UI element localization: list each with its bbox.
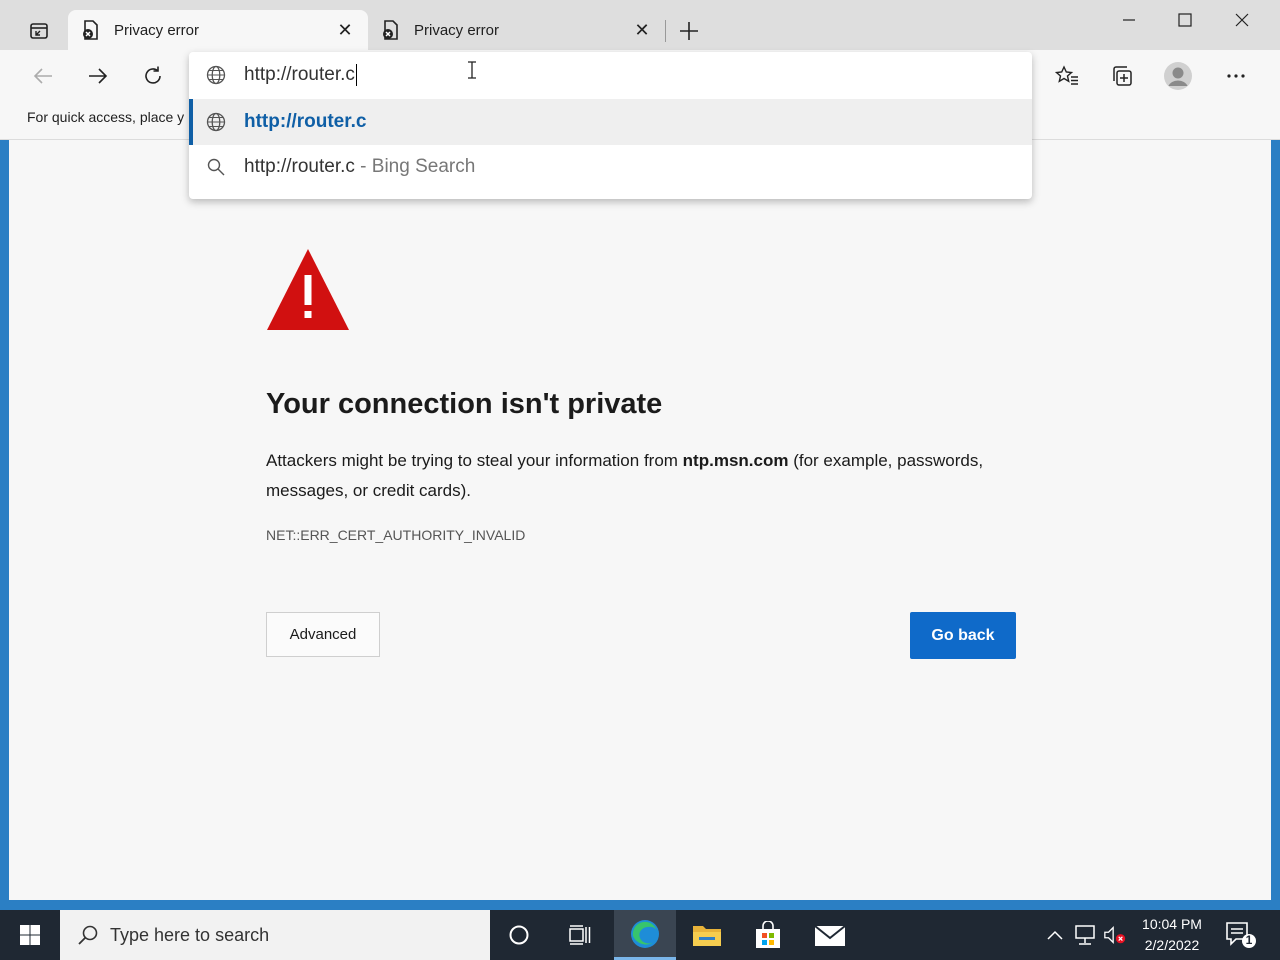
cortana-circle-icon xyxy=(509,925,529,945)
close-icon xyxy=(1235,13,1249,27)
tab-separator xyxy=(665,20,666,42)
favorites-star-icon xyxy=(1055,65,1078,85)
file-explorer-taskbar-button[interactable] xyxy=(676,910,738,960)
globe-icon xyxy=(205,64,227,86)
suggestion-text: http://router.c - Bing Search xyxy=(244,156,475,178)
new-tab-button[interactable] xyxy=(674,16,704,46)
collections-button[interactable] xyxy=(1106,60,1138,92)
back-arrow-icon xyxy=(33,68,52,84)
tab-actions-icon xyxy=(30,23,48,39)
advanced-button[interactable]: Advanced xyxy=(266,612,380,657)
address-bar-dropdown: http://router.c http://router.c http://r… xyxy=(189,52,1032,199)
store-bag-icon xyxy=(756,921,780,948)
privacy-error-page-icon xyxy=(80,19,102,41)
suggestion-query: http://router.c xyxy=(244,156,355,177)
taskbar-search-box[interactable]: Type here to search xyxy=(60,910,490,960)
suggestion-bing-search[interactable]: http://router.c - Bing Search xyxy=(189,144,1032,190)
page-heading: Your connection isn't private xyxy=(266,388,663,420)
windows-logo-icon xyxy=(20,925,40,945)
clock-time: 10:04 PM xyxy=(1142,916,1202,932)
taskbar: Type here to search 10:04 PM 2/2/2022 1 xyxy=(0,910,1280,960)
forward-arrow-icon xyxy=(89,68,108,84)
task-view-button[interactable] xyxy=(550,910,610,960)
mouse-ibeam-cursor-icon xyxy=(468,61,476,79)
maximize-button[interactable] xyxy=(1157,0,1213,40)
suggestion-url[interactable]: http://router.c xyxy=(189,99,1032,145)
search-icon xyxy=(205,156,227,178)
suggestion-suffix: - Bing Search xyxy=(354,156,476,177)
forward-button[interactable] xyxy=(82,60,114,92)
error-description: Attackers might be trying to steal your … xyxy=(266,446,1026,506)
network-tray-button[interactable] xyxy=(1073,923,1097,947)
settings-more-button[interactable] xyxy=(1220,60,1252,92)
collections-icon xyxy=(1113,66,1132,86)
tab-strip: Privacy error ✕ Privacy error ✕ xyxy=(0,0,1280,50)
suggestion-text: http://router.c xyxy=(244,111,367,132)
refresh-button[interactable] xyxy=(137,60,169,92)
edge-taskbar-button[interactable] xyxy=(614,910,676,960)
tab-title: Privacy error xyxy=(114,21,200,39)
more-dots-icon xyxy=(1227,74,1245,78)
address-input[interactable]: http://router.c xyxy=(244,62,944,88)
cortana-button[interactable] xyxy=(490,910,548,960)
page-content: Your connection isn't private Attackers … xyxy=(9,141,1271,900)
edge-browser-icon xyxy=(631,919,659,948)
text-caret xyxy=(355,64,357,86)
profile-avatar-icon xyxy=(1164,62,1192,90)
refresh-icon xyxy=(145,66,161,84)
tab-title: Privacy error xyxy=(414,21,500,39)
favorites-button[interactable] xyxy=(1051,60,1083,92)
close-tab-icon[interactable]: ✕ xyxy=(334,19,356,41)
window-border xyxy=(0,900,1280,910)
profile-button[interactable] xyxy=(1162,60,1194,92)
clock-date: 2/2/2022 xyxy=(1144,937,1200,953)
address-bar[interactable]: http://router.c xyxy=(189,52,1032,98)
domain-name: ntp.msn.com xyxy=(682,451,789,470)
warning-triangle-icon xyxy=(267,249,349,330)
action-center-button[interactable]: 1 xyxy=(1224,920,1258,950)
description-text: Attackers might be trying to steal your … xyxy=(266,451,683,470)
back-button[interactable] xyxy=(27,60,59,92)
maximize-icon xyxy=(1178,13,1192,27)
tab-actions-button[interactable] xyxy=(24,16,54,46)
network-icon xyxy=(1075,925,1095,945)
close-tab-icon[interactable]: ✕ xyxy=(631,19,653,41)
task-view-icon xyxy=(569,925,591,945)
privacy-error-page-icon xyxy=(380,19,402,41)
mail-envelope-icon xyxy=(814,925,846,946)
mail-taskbar-button[interactable] xyxy=(799,910,861,960)
taskbar-clock[interactable]: 10:04 PM 2/2/2022 xyxy=(1134,914,1210,956)
show-hidden-icons-button[interactable] xyxy=(1043,923,1067,947)
globe-icon xyxy=(205,111,227,133)
minimize-button[interactable] xyxy=(1101,0,1157,40)
plus-icon xyxy=(680,22,698,40)
notification-count-badge: 1 xyxy=(1245,933,1253,947)
window-border xyxy=(0,140,9,910)
taskbar-search-placeholder: Type here to search xyxy=(110,924,270,945)
favorites-bar-hint: For quick access, place y xyxy=(27,109,185,125)
error-code[interactable]: NET::ERR_CERT_AUTHORITY_INVALID xyxy=(266,527,525,543)
go-back-button[interactable]: Go back xyxy=(910,612,1016,659)
browser-window: Privacy error ✕ Privacy error ✕ For quic… xyxy=(0,0,1280,910)
tab-privacy-error-2[interactable]: Privacy error ✕ xyxy=(368,10,665,50)
tab-privacy-error-1[interactable]: Privacy error ✕ xyxy=(68,10,368,50)
volume-tray-button[interactable] xyxy=(1103,923,1127,947)
address-input-value: http://router.c xyxy=(244,64,355,85)
chevron-up-icon xyxy=(1047,930,1063,940)
store-taskbar-button[interactable] xyxy=(737,910,799,960)
search-icon xyxy=(78,925,98,945)
window-border xyxy=(1271,140,1280,910)
volume-muted-icon xyxy=(1104,926,1126,944)
start-button[interactable] xyxy=(0,910,60,960)
close-window-button[interactable] xyxy=(1214,0,1270,40)
folder-icon xyxy=(693,926,721,946)
minimize-icon xyxy=(1123,19,1135,21)
